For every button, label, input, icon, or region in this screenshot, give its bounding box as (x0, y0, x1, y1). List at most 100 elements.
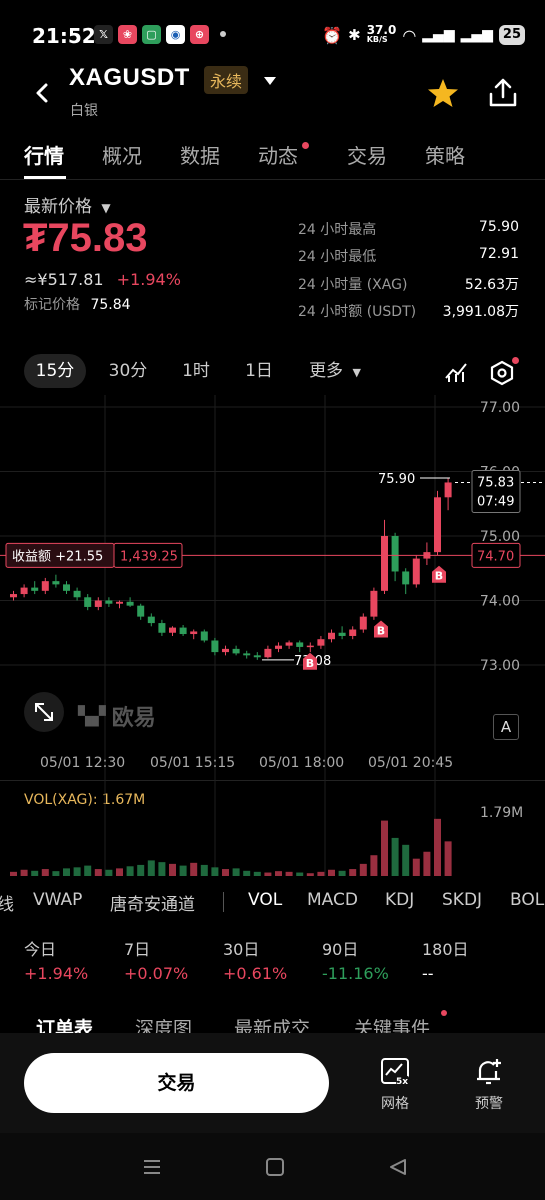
volume-bar (317, 871, 325, 876)
volume-bar (63, 868, 70, 876)
candle-body (31, 587, 39, 591)
back-button[interactable] (32, 78, 54, 108)
mark-price-label: 标记价格 (24, 297, 80, 313)
time-label: 05/01 20:45 (368, 755, 454, 771)
timeframe-more[interactable]: 更多 ▼ (300, 354, 370, 388)
clock: 21:52 (32, 24, 96, 48)
alarm-icon: ⏰ (322, 25, 343, 45)
volume-bar (264, 872, 272, 876)
candle-body (94, 600, 102, 607)
grid-label: 网格 (381, 1096, 409, 1112)
candle-body (296, 642, 304, 647)
volume-bar (73, 867, 81, 876)
tab-key-events[interactable]: 关键事件 (354, 1014, 430, 1035)
candle-body (338, 632, 346, 636)
share-button[interactable] (487, 77, 519, 113)
indicator-donchian[interactable]: 唐奇安通道 (110, 890, 195, 915)
symbol-dropdown-button[interactable] (262, 72, 278, 91)
red-app-icon: ❀ (118, 25, 137, 44)
candle-body (169, 627, 176, 633)
indicator-bar: 线 VWAP 唐奇安通道 VOL MACD KDJ SKDJ BOLL (0, 886, 545, 916)
tab-news[interactable]: 动态 (258, 140, 298, 169)
volume-bar (105, 869, 113, 876)
indicator-vol[interactable]: VOL (248, 890, 282, 910)
candle-body (211, 640, 219, 653)
perf-today: 今日 +1.94% (24, 940, 89, 983)
candle-body (317, 639, 325, 646)
home-nav-button[interactable] (265, 1157, 285, 1181)
timeframe-15m[interactable]: 15分 (24, 354, 86, 388)
perf-7d: 7日 +0.07% (124, 940, 189, 983)
candle-body (412, 558, 420, 585)
volume-bar (338, 870, 346, 876)
candle-countdown: 07:49 (477, 494, 514, 509)
indicator-line[interactable]: 线 (0, 890, 14, 915)
volume-bar (52, 871, 60, 876)
chart-settings-button[interactable] (489, 360, 515, 390)
x-app-icon: 𝕏 (94, 25, 113, 44)
volume-bar (285, 871, 293, 876)
candle-body (264, 648, 272, 658)
favorite-button[interactable] (427, 77, 459, 113)
back-nav-button[interactable] (388, 1157, 408, 1181)
tab-strategy[interactable]: 策略 (425, 140, 465, 169)
volume-chart (10, 780, 452, 876)
indicator-macd[interactable]: MACD (307, 890, 358, 910)
volume-bar (211, 867, 219, 876)
volume-bar (94, 869, 102, 876)
indicator-vwap[interactable]: VWAP (33, 890, 82, 910)
net-speed: 37.0 KB/S (366, 23, 397, 44)
bank-app-icon: ⊕ (190, 25, 209, 44)
fullscreen-button[interactable] (24, 692, 64, 732)
tab-latest-trades[interactable]: 最新成交 (234, 1014, 310, 1035)
tab-data[interactable]: 数据 (180, 140, 220, 169)
symbol-title[interactable]: XAGUSDT (69, 64, 190, 92)
candle-body (243, 653, 251, 656)
volume-bar (169, 863, 176, 876)
chart-indicator-icon (445, 363, 467, 382)
divider (223, 892, 224, 912)
candle-body (20, 587, 28, 595)
tab-overview[interactable]: 概况 (102, 140, 142, 169)
indicator-kdj[interactable]: KDJ (385, 890, 414, 910)
volume-bar (349, 869, 357, 876)
volume-bar (147, 860, 155, 876)
indicator-boll[interactable]: BOLL (510, 890, 545, 910)
volume-bar (10, 871, 17, 876)
menu-nav-button[interactable] (142, 1157, 162, 1181)
stat-label-volume: 24 小时量 (XAG) (298, 277, 408, 293)
indicator-settings-button[interactable] (444, 360, 470, 388)
position-value: 1,439.25 (120, 549, 178, 564)
volume-bar (20, 869, 28, 876)
timeframe-30m[interactable]: 30分 (100, 354, 156, 388)
back-arrow-icon (36, 83, 48, 103)
star-icon (428, 79, 458, 107)
alert-button[interactable]: 预警 (466, 1057, 512, 1113)
position-pnl-label: 收益额 +21.55 (12, 549, 103, 564)
timeframe-1d[interactable]: 1日 (234, 354, 284, 388)
price-type-selector[interactable]: 最新价格 ▼ (24, 192, 111, 217)
candle-body (147, 616, 155, 624)
caret-down-icon (264, 77, 276, 85)
timeframe-1h[interactable]: 1时 (170, 354, 222, 388)
candle-body (137, 605, 145, 617)
grid-badge: 5x (396, 1077, 409, 1087)
candle-body (10, 594, 17, 598)
volume-bar (232, 868, 240, 876)
okx-logo-icon: ▚▞ (78, 705, 106, 727)
candle-body (328, 632, 335, 640)
tab-trade[interactable]: 交易 (347, 140, 387, 169)
indicator-skdj[interactable]: SKDJ (442, 890, 482, 910)
volume-bar (137, 864, 145, 876)
grid-button[interactable]: 5x 网格 (372, 1057, 418, 1113)
mark-price-row: 标记价格 75.84 (24, 294, 131, 314)
tab-market[interactable]: 行情 (24, 140, 64, 169)
auto-scale-button[interactable]: A (493, 714, 519, 740)
tab-order-book[interactable]: 订单表 (36, 1014, 93, 1035)
candle-body (84, 597, 92, 607)
candle-body (41, 581, 49, 591)
trade-button[interactable]: 交易 (24, 1053, 329, 1113)
candlestick-chart[interactable]: 77.0076.0075.0074.0073.00 收益额 +21.551,43… (0, 395, 545, 795)
candle-body (200, 631, 208, 641)
tab-depth[interactable]: 深度图 (135, 1014, 192, 1035)
